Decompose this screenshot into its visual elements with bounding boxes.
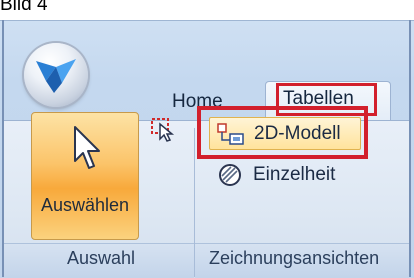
group-label-zeichnungsansichten: Zeichnungsansichten — [209, 248, 380, 268]
detail-button[interactable]: Einzelheit — [209, 160, 379, 190]
detail-label: Einzelheit — [253, 164, 336, 185]
app-menu-button[interactable] — [24, 43, 88, 107]
tab-tabellen[interactable]: Tabellen — [283, 88, 354, 110]
figure-caption: Bild 4 — [0, 0, 48, 15]
tab-home[interactable]: Home — [172, 91, 223, 113]
cursor-arrow-icon — [74, 126, 100, 169]
window-frame-right — [409, 20, 411, 277]
detail-view-icon — [219, 164, 241, 186]
selection-tool-icon — [151, 118, 175, 142]
group-separator — [194, 128, 195, 277]
select-button-label: Auswählen — [40, 195, 130, 215]
select-button[interactable]: Auswählen — [31, 112, 139, 240]
2d-model-button[interactable]: 2D-Modell — [209, 117, 361, 150]
app-menu-icon — [36, 59, 76, 93]
2d-model-label: 2D-Modell — [254, 123, 341, 144]
selection-tool-button[interactable] — [150, 116, 176, 142]
group-label-auswahl: Auswahl — [67, 248, 136, 268]
2d-model-icon — [217, 123, 244, 145]
